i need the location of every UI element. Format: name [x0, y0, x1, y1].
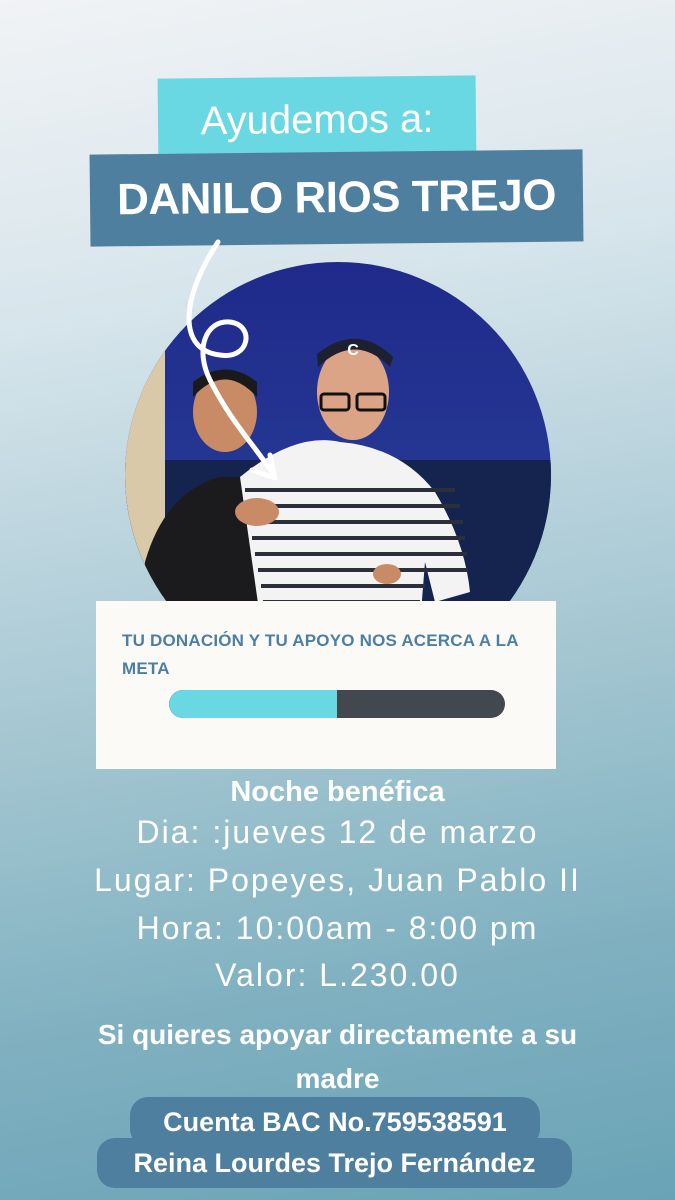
- support-text: Si quieres apoyar directamente a su madr…: [97, 1019, 578, 1094]
- account-holder: Reina Lourdes Trejo Fernández: [133, 1147, 536, 1178]
- goal-card: TU DONACIÓN Y TU APOYO NOS ACERCA A LA M…: [96, 601, 556, 769]
- event-title: Noche benéfica: [230, 776, 445, 808]
- hand-left: [235, 498, 279, 526]
- event-place: Lugar: Popeyes, Juan Pablo II: [94, 862, 581, 898]
- event-day: Dia: :jueves 12 de marzo: [136, 814, 539, 850]
- hand-right: [373, 564, 401, 584]
- person-name: DANILO RIOS TREJO: [116, 170, 557, 225]
- progress-bar: [169, 690, 505, 718]
- event-price: Valor: L.230.00: [215, 957, 460, 993]
- event-time: Hora: 10:00am - 8:00 pm: [136, 910, 539, 946]
- progress-fill: [169, 690, 337, 718]
- name-banner: DANILO RIOS TREJO: [89, 149, 584, 247]
- help-label: Ayudemos a:: [200, 96, 434, 143]
- goal-message: TU DONACIÓN Y TU APOYO NOS ACERCA A LA M…: [122, 631, 519, 678]
- cap-letter: C: [347, 342, 359, 359]
- account-number: Cuenta BAC No.759538591: [163, 1106, 507, 1137]
- holder-pill: Reina Lourdes Trejo Fernández: [97, 1138, 572, 1188]
